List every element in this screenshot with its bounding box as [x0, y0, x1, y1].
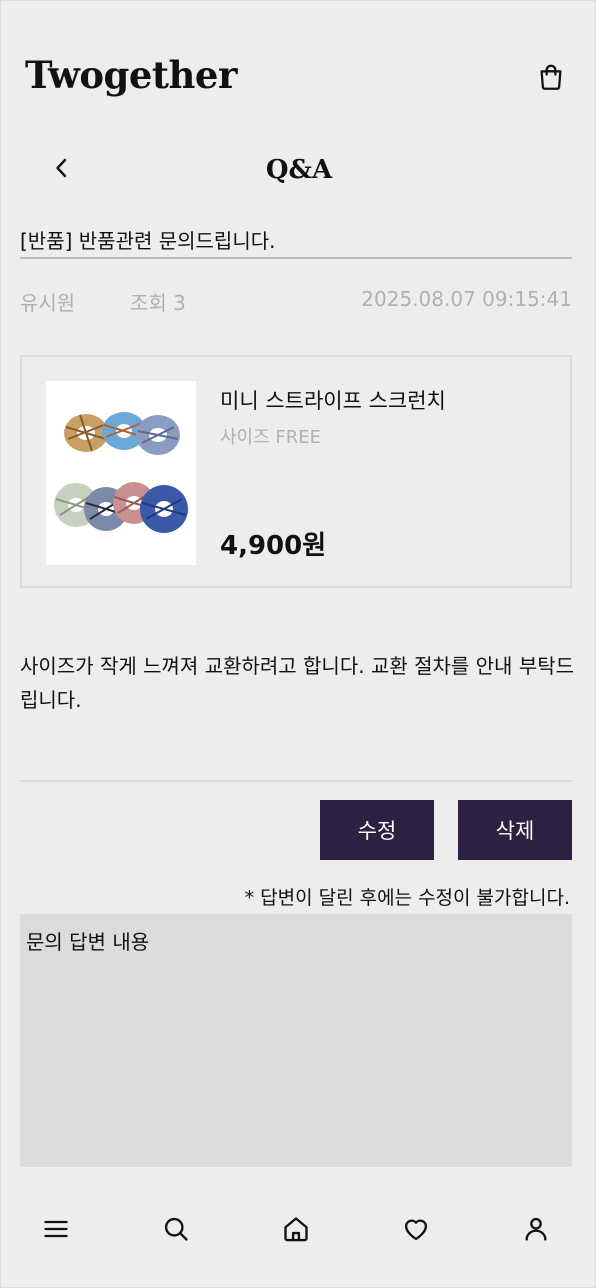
- cart-button[interactable]: [533, 59, 569, 95]
- nav-menu[interactable]: [38, 1211, 74, 1247]
- post-date: 2025.08.07 09:15:41: [361, 287, 572, 311]
- content-divider: [20, 780, 572, 782]
- post-title: [반품] 반품관련 문의드립니다.: [20, 225, 572, 259]
- product-image[interactable]: [46, 381, 196, 565]
- page-title: Q&A: [265, 155, 333, 185]
- search-icon: [162, 1215, 190, 1243]
- heart-icon: [402, 1215, 430, 1243]
- page-subheader: Q&A: [1, 141, 596, 205]
- user-icon: [522, 1215, 550, 1243]
- scrunchie-grayblue: [136, 415, 180, 455]
- menu-icon: [42, 1215, 70, 1243]
- delete-button[interactable]: 삭제: [458, 800, 572, 860]
- nav-search[interactable]: [158, 1211, 194, 1247]
- shopping-bag-icon: [536, 62, 566, 92]
- nav-profile[interactable]: [518, 1211, 554, 1247]
- bottom-nav: [1, 1191, 596, 1267]
- scrunchie-tan: [64, 414, 108, 452]
- post-meta: 유시원 조회 3 2025.08.07 09:15:41: [20, 287, 572, 317]
- post-author: 유시원: [20, 291, 76, 315]
- brand-logo[interactable]: Twogether: [25, 53, 237, 97]
- app-header: Twogether: [1, 1, 596, 151]
- nav-home[interactable]: [278, 1211, 314, 1247]
- nav-wishlist[interactable]: [398, 1211, 434, 1247]
- answer-content: 문의 답변 내용: [26, 930, 150, 954]
- answer-box: 문의 답변 내용: [20, 914, 572, 1167]
- post-views: 조회 3: [130, 291, 186, 315]
- scrunchie-blue: [140, 485, 188, 533]
- product-name: 미니 스트라이프 스크런치: [220, 389, 446, 413]
- product-card[interactable]: 미니 스트라이프 스크런치 사이즈 FREE 4,900원: [20, 355, 572, 588]
- edit-notice: * 답변이 달린 후에는 수정이 불가합니다.: [244, 887, 570, 909]
- post-body: 사이즈가 작게 느껴져 교환하려고 합니다. 교환 절차를 안내 부탁드립니다.: [20, 654, 575, 712]
- product-price: 4,900원: [220, 531, 327, 561]
- home-icon: [282, 1215, 310, 1243]
- edit-button[interactable]: 수정: [320, 800, 434, 860]
- product-option: 사이즈 FREE: [220, 427, 322, 448]
